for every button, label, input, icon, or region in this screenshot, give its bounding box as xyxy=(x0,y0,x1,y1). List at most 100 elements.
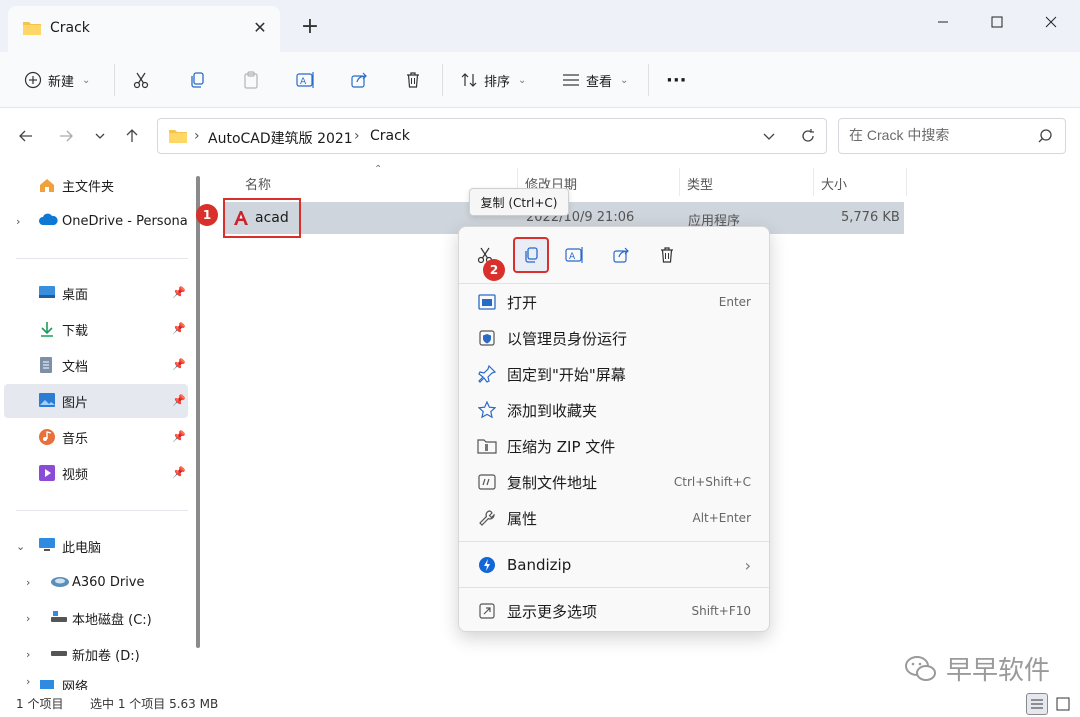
menu-item-open[interactable]: 打开 Enter xyxy=(465,285,765,319)
search-box[interactable] xyxy=(838,118,1066,154)
clipboard-icon xyxy=(244,71,258,89)
sidebar-item-volume-d[interactable]: › 新加卷 (D:) xyxy=(4,637,188,671)
sidebar-item-videos[interactable]: 视频 📌 xyxy=(4,456,188,490)
menu-copy-button[interactable] xyxy=(513,237,549,273)
copy-icon xyxy=(191,72,204,88)
paste-button[interactable] xyxy=(242,64,260,96)
maximize-button[interactable] xyxy=(974,6,1020,38)
sidebar-item-pictures[interactable]: 图片 📌 xyxy=(4,384,188,418)
rename-icon: A xyxy=(565,247,583,263)
sidebar-item-home[interactable]: 主文件夹 xyxy=(4,168,188,202)
close-button[interactable] xyxy=(1028,6,1074,38)
status-bar: 1 个项目 选中 1 个项目 5.63 MB xyxy=(0,690,1080,717)
music-icon xyxy=(38,428,56,446)
new-label: 新建 xyxy=(48,74,75,90)
sidebar-scrollbar[interactable] xyxy=(196,176,200,648)
menu-item-label: 添加到收藏夹 xyxy=(507,401,598,420)
sidebar-item-a360[interactable]: › A360 Drive xyxy=(4,565,188,599)
chevron-right-icon[interactable]: › xyxy=(26,576,30,589)
chevron-down-icon[interactable] xyxy=(762,129,776,147)
sidebar-item-onedrive[interactable]: › OneDrive - Persona xyxy=(4,204,188,238)
list-view-icon xyxy=(563,74,579,86)
context-menu-quick-actions: A xyxy=(459,227,771,281)
pin-icon: 📌 xyxy=(172,430,186,443)
menu-rename-button[interactable]: A xyxy=(557,237,593,273)
view-label: 查看 xyxy=(586,74,613,90)
sidebar-item-desktop[interactable]: 桌面 📌 xyxy=(4,276,188,310)
cut-button[interactable] xyxy=(132,64,150,96)
chevron-right-icon[interactable]: › xyxy=(26,648,30,661)
menu-delete-button[interactable] xyxy=(649,237,685,273)
sidebar-item-network[interactable]: › 网络 xyxy=(4,672,188,691)
sidebar-item-local-disk-c[interactable]: › 本地磁盘 (C:) xyxy=(4,601,188,635)
breadcrumb-autocad[interactable]: AutoCAD建筑版 2021 xyxy=(208,128,353,148)
search-icon[interactable] xyxy=(1037,128,1053,148)
home-icon xyxy=(38,176,56,194)
sidebar-item-documents[interactable]: 文档 📌 xyxy=(4,348,188,382)
menu-item-copy-path[interactable]: 复制文件地址 Ctrl+Shift+C xyxy=(465,465,765,499)
tiles-view-icon[interactable] xyxy=(1052,693,1074,715)
chevron-right-icon[interactable]: › xyxy=(16,215,20,228)
navigation-pane: 主文件夹 › OneDrive - Persona 桌面 📌 下载 📌 文档 📌… xyxy=(0,164,204,690)
menu-item-show-more-options[interactable]: 显示更多选项 Shift+F10 xyxy=(465,594,765,628)
up-arrow-icon[interactable] xyxy=(120,124,144,148)
column-header-type[interactable]: 类型 xyxy=(687,174,713,193)
menu-item-label: 以管理员身份运行 xyxy=(507,329,628,348)
chevron-right-icon: › xyxy=(744,555,751,575)
pin-icon: 📌 xyxy=(172,286,186,299)
menu-item-pin-to-start[interactable]: 固定到"开始"屏幕 xyxy=(465,357,765,391)
chevron-down-icon[interactable]: ⌄ xyxy=(16,540,25,553)
details-view-icon[interactable] xyxy=(1026,693,1048,715)
menu-share-button[interactable] xyxy=(603,237,639,273)
menu-item-bandizip[interactable]: Bandizip › xyxy=(465,548,765,582)
tab-crack[interactable]: Crack ✕ xyxy=(8,6,280,52)
shield-icon xyxy=(477,328,497,348)
divider xyxy=(114,64,115,96)
back-arrow-icon[interactable] xyxy=(14,124,38,148)
sidebar-item-music[interactable]: 音乐 📌 xyxy=(4,420,188,454)
column-header-name[interactable]: 名称 xyxy=(245,174,271,193)
menu-item-properties[interactable]: 属性 Alt+Enter xyxy=(465,501,765,535)
sidebar-item-label: 音乐 xyxy=(62,431,89,447)
share-button[interactable] xyxy=(350,64,368,96)
refresh-icon[interactable] xyxy=(800,128,816,148)
tab-close-icon[interactable]: ✕ xyxy=(250,18,270,38)
new-tab-button[interactable]: + xyxy=(298,16,322,40)
zip-folder-icon xyxy=(477,436,497,456)
menu-item-label: 显示更多选项 xyxy=(507,602,598,621)
command-bar: 新建 ⌄ A 排序 ⌄ 查看 ⌄ ··· xyxy=(0,52,1080,108)
more-options-button[interactable]: ··· xyxy=(666,64,687,96)
search-input[interactable] xyxy=(849,127,1029,143)
menu-item-add-to-favorites[interactable]: 添加到收藏夹 xyxy=(465,393,765,427)
folder-icon xyxy=(168,128,188,148)
address-bar[interactable]: › AutoCAD建筑版 2021 › Crack xyxy=(157,118,827,154)
forward-arrow-icon[interactable] xyxy=(54,124,78,148)
divider xyxy=(16,510,188,511)
title-bar: Crack ✕ + xyxy=(0,0,1080,52)
tab-title: Crack xyxy=(50,20,90,36)
file-name-cell[interactable]: acad xyxy=(223,198,301,238)
document-icon xyxy=(38,356,56,374)
minimize-button[interactable] xyxy=(920,6,966,38)
new-button[interactable]: 新建 ⌄ xyxy=(24,64,90,96)
menu-item-run-as-admin[interactable]: 以管理员身份运行 xyxy=(465,321,765,355)
step-badge-1: 1 xyxy=(196,204,218,226)
rename-icon: A xyxy=(296,72,314,88)
view-button[interactable]: 查看 ⌄ xyxy=(562,64,628,96)
sidebar-item-downloads[interactable]: 下载 📌 xyxy=(4,312,188,346)
chevron-right-icon[interactable]: › xyxy=(26,675,30,688)
column-header-size[interactable]: 大小 xyxy=(821,174,847,193)
rename-button[interactable]: A xyxy=(296,64,316,96)
sort-button[interactable]: 排序 ⌄ xyxy=(460,64,526,96)
sidebar-item-label: 本地磁盘 (C:) xyxy=(72,612,152,628)
share-icon xyxy=(613,247,629,263)
sidebar-item-this-pc[interactable]: ⌄ 此电脑 xyxy=(4,529,188,563)
column-divider xyxy=(906,168,907,196)
breadcrumb-crack[interactable]: Crack xyxy=(370,128,410,144)
menu-item-label: 打开 xyxy=(507,293,538,312)
menu-item-compress-zip[interactable]: 压缩为 ZIP 文件 xyxy=(465,429,765,463)
copy-button[interactable] xyxy=(188,64,206,96)
chevron-right-icon[interactable]: › xyxy=(26,612,30,625)
recent-chevron-icon[interactable] xyxy=(88,124,112,148)
delete-button[interactable] xyxy=(404,64,422,96)
